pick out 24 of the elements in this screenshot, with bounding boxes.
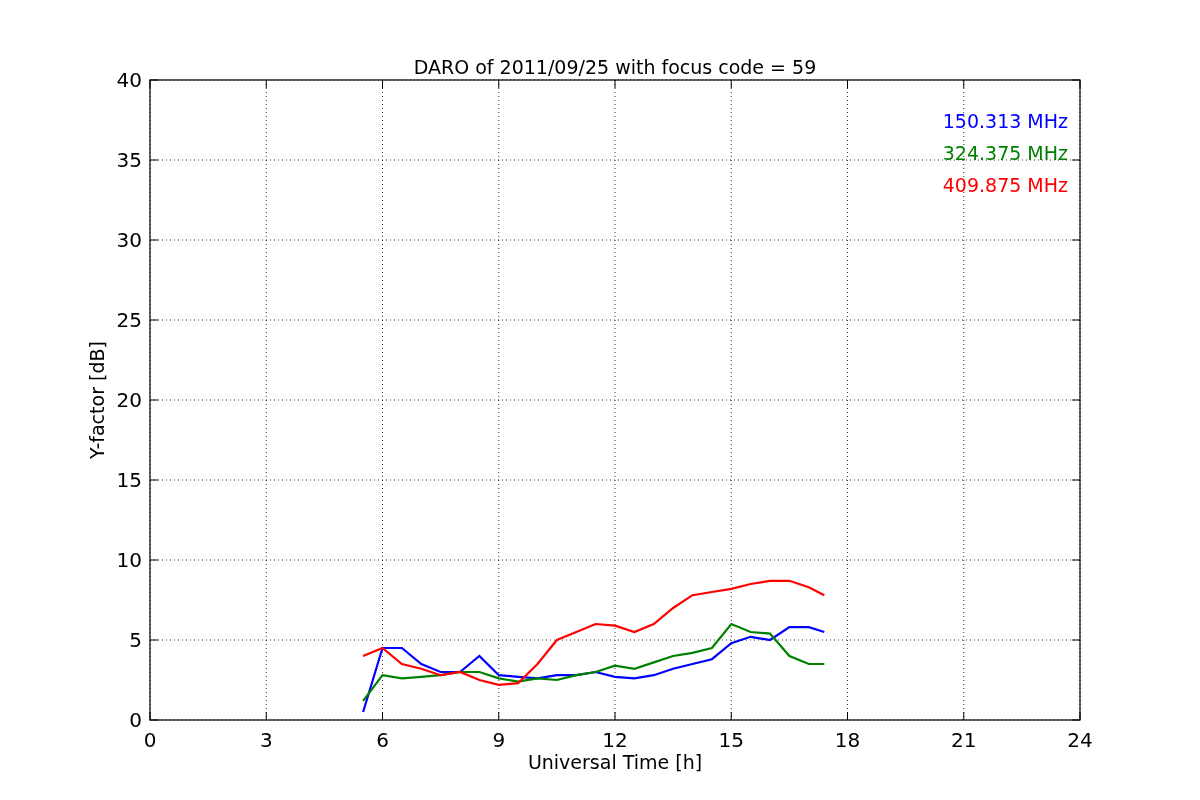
- y-tick-label: 30: [116, 228, 142, 252]
- legend-label: 409.875 MHz: [942, 174, 1068, 196]
- x-tick-label: 3: [259, 728, 273, 752]
- x-axis-label: Universal Time [h]: [527, 751, 703, 773]
- y-tick-label: 10: [116, 548, 142, 572]
- x-tick-label: 24: [1067, 728, 1093, 752]
- y-tick-label: 25: [116, 308, 142, 332]
- x-tick-label: 18: [834, 728, 861, 752]
- x-tick-label: 12: [602, 728, 628, 752]
- y-tick-label: 20: [116, 388, 142, 412]
- x-tick-label: 21: [951, 728, 977, 752]
- legend-label: 150.313 MHz: [942, 110, 1068, 132]
- y-tick-label: 40: [116, 68, 142, 92]
- y-tick-label: 5: [129, 628, 142, 652]
- y-tick-label: 35: [116, 148, 142, 172]
- chart-title: DARO of 2011/09/25 with focus code = 59: [413, 56, 817, 78]
- x-tick-label: 9: [492, 728, 506, 752]
- x-tick-label: 15: [718, 728, 744, 752]
- y-tick-label: 15: [116, 468, 142, 492]
- legend-label: 324.375 MHz: [942, 142, 1068, 164]
- y-tick-label: 0: [129, 708, 142, 732]
- x-tick-label: 6: [376, 728, 389, 752]
- x-tick-label: 0: [143, 728, 157, 752]
- y-axis-label: Y-factor [dB]: [86, 341, 108, 459]
